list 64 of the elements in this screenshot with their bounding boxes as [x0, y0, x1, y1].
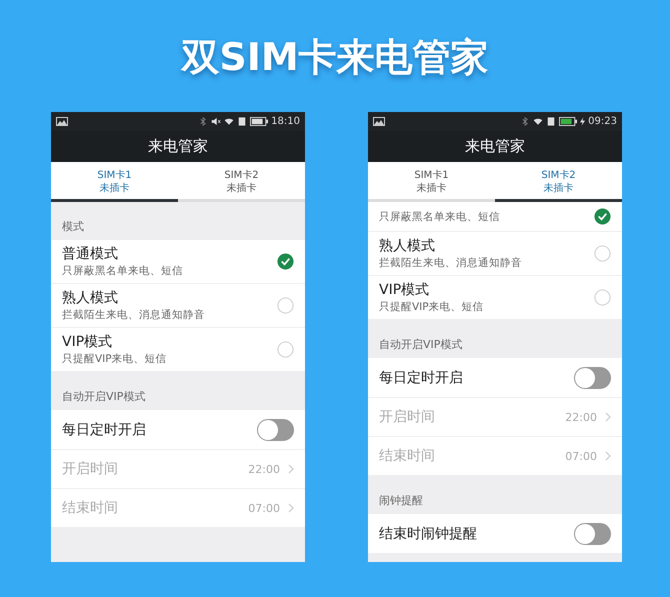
section-header: 自动开启VIP模式: [379, 338, 462, 351]
setting-label: 结束时间: [62, 499, 119, 517]
radio-button[interactable]: [277, 341, 294, 358]
settings-row[interactable]: 每日定时开启: [368, 358, 622, 398]
time-value: 22:00: [565, 410, 597, 424]
headline: 双SIM卡来电管家: [180, 34, 490, 80]
settings-row[interactable]: VIP模式 只提醒VIP来电、短信: [368, 276, 622, 320]
chevron-icon: [605, 412, 611, 422]
setting-label: 结束时间: [379, 447, 436, 465]
toggle-switch[interactable]: [574, 522, 611, 544]
setting-label: 开启时间: [62, 460, 119, 478]
wifi-icon: [224, 117, 234, 126]
sim-tab[interactable]: SIM卡1 未插卡: [51, 162, 178, 202]
setting-label: 每日定时开启: [62, 420, 147, 438]
settings-row[interactable]: 普通模式 只屏蔽黑名单来电、短信: [51, 240, 305, 284]
section-header: 模式: [62, 220, 84, 233]
mode-description: 只屏蔽黑名单来电、短信: [379, 210, 501, 224]
mode-title: VIP模式: [62, 333, 114, 351]
mode-title: 熟人模式: [379, 237, 436, 255]
bolt-icon: [580, 117, 586, 126]
wifi-icon: [533, 117, 544, 126]
mode-title: 普通模式: [62, 245, 119, 263]
chevron-icon: [288, 503, 294, 513]
settings-row[interactable]: 熟人模式 拦截陌生来电、消息通知静音: [368, 232, 622, 276]
sim-tab[interactable]: SIM卡2 未插卡: [178, 162, 305, 202]
mode-title: 熟人模式: [62, 289, 119, 307]
toggle-switch[interactable]: [257, 418, 294, 440]
sim-icon: [546, 117, 556, 126]
mode-description: 拦截陌生来电、消息通知静音: [379, 256, 523, 270]
radio-checked-icon[interactable]: [277, 253, 294, 270]
bluetooth-icon: [198, 117, 208, 126]
section-header: 闹钟提醒: [379, 494, 423, 507]
toggle-switch[interactable]: [574, 366, 611, 388]
image-icon: [373, 117, 385, 126]
section-header: 自动开启VIP模式: [62, 390, 146, 403]
settings-row[interactable]: 结束时闹钟提醒: [368, 514, 622, 554]
mode-description: 只提醒VIP来电、短信: [379, 300, 485, 314]
mode-description: 只屏蔽黑名单来电、短信: [62, 264, 184, 278]
status-time: 18:10: [271, 116, 300, 127]
screen-title: 来电管家: [148, 137, 208, 156]
mode-title: VIP模式: [379, 281, 430, 299]
radio-button[interactable]: [594, 289, 611, 306]
settings-row[interactable]: 熟人模式 拦截陌生来电、消息通知静音: [51, 284, 305, 328]
radio-button[interactable]: [277, 297, 294, 314]
setting-label: 开启时间: [379, 408, 436, 426]
mode-description: 只提醒VIP来电、短信: [62, 352, 168, 366]
mode-description: 拦截陌生来电、消息通知静音: [62, 308, 206, 322]
screen-title: 来电管家: [465, 137, 525, 156]
chevron-icon: [288, 464, 294, 474]
chevron-icon: [605, 451, 611, 461]
settings-row[interactable]: 每日定时开启: [51, 410, 305, 450]
status-time: 09:23: [588, 116, 617, 127]
setting-label: 每日定时开启: [379, 368, 464, 386]
sim-icon: [237, 117, 248, 126]
time-value: 07:00: [248, 502, 280, 514]
time-value: 07:00: [565, 450, 597, 462]
settings-row[interactable]: VIP模式 只提醒VIP来电、短信: [51, 328, 305, 372]
radio-button[interactable]: [594, 245, 611, 262]
settings-row[interactable]: 只屏蔽黑名单来电、短信: [368, 202, 622, 232]
setting-label: 结束时闹钟提醒: [379, 524, 478, 542]
image-icon: [56, 117, 68, 126]
bluetooth-icon: [520, 117, 530, 126]
radio-checked-icon[interactable]: [594, 208, 611, 225]
time-value: 22:00: [248, 462, 280, 476]
